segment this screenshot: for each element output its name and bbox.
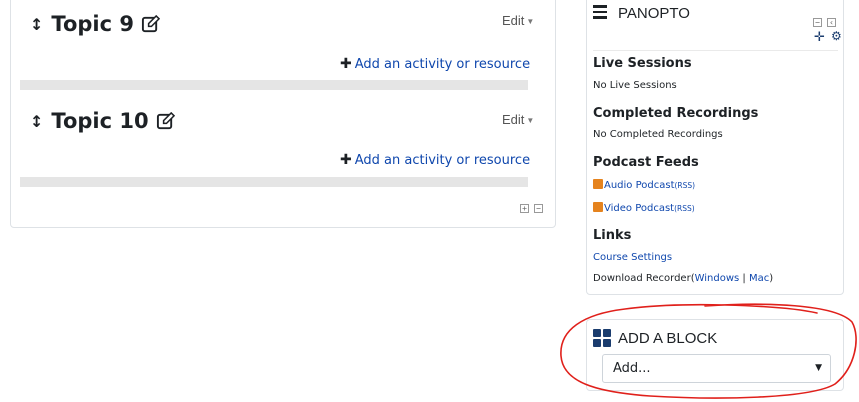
section-divider: [20, 177, 528, 187]
completed-recordings-text: No Completed Recordings: [593, 129, 723, 140]
topic-10-edit-menu[interactable]: Edit ▼: [502, 112, 534, 127]
hide-block-icon[interactable]: −: [813, 18, 822, 27]
edit-label: Edit: [502, 13, 525, 28]
topic-9-header: ↕ Topic 9: [30, 10, 160, 38]
block-dock-controls: − ‹: [813, 10, 837, 29]
pencil-edit-icon[interactable]: [141, 14, 160, 34]
rss-label: (RSS): [674, 204, 695, 213]
download-recorder-label: Download Recorder: [593, 273, 691, 284]
move-icon[interactable]: ↕: [30, 112, 43, 131]
section-controls: + −: [520, 196, 544, 215]
add-activity-button-topic-10[interactable]: ✚ Add an activity or resource: [340, 152, 530, 168]
dock-icon[interactable]: ‹: [827, 18, 837, 27]
add-activity-button-topic-9[interactable]: ✚ Add an activity or resource: [340, 56, 530, 72]
podcast-feeds-heading: Podcast Feeds: [593, 155, 699, 170]
completed-recordings-heading: Completed Recordings: [593, 106, 759, 121]
plus-icon: ✚: [340, 152, 352, 168]
video-podcast-link[interactable]: Video Podcast(RSS): [593, 202, 695, 214]
expand-icon[interactable]: +: [520, 204, 529, 213]
header-divider: [593, 50, 838, 51]
move-block-icon[interactable]: ✛: [814, 30, 825, 45]
panopto-block: [586, 0, 844, 295]
hamburger-icon: [593, 5, 607, 22]
pencil-edit-icon[interactable]: [156, 111, 175, 131]
audio-podcast-label: Audio Podcast: [604, 180, 675, 191]
download-recorder-line: Download Recorder(Windows | Mac): [593, 273, 773, 284]
video-podcast-label: Video Podcast: [604, 203, 675, 214]
mac-link[interactable]: Mac: [749, 273, 769, 284]
move-icon[interactable]: ↕: [30, 15, 43, 34]
live-sessions-heading: Live Sessions: [593, 56, 692, 71]
topic-9-title[interactable]: Topic 9: [51, 12, 134, 36]
windows-link[interactable]: Windows: [695, 273, 740, 284]
live-sessions-text: No Live Sessions: [593, 80, 677, 91]
audio-podcast-link[interactable]: Audio Podcast(RSS): [593, 179, 695, 191]
paren-close: ): [769, 273, 774, 284]
topic-10-title[interactable]: Topic 10: [51, 109, 148, 133]
edit-label: Edit: [502, 112, 525, 127]
rss-icon: [593, 202, 603, 212]
topic-9-edit-menu[interactable]: Edit ▼: [502, 13, 534, 28]
topic-10-header: ↕ Topic 10: [30, 107, 175, 135]
caret-down-icon: ▼: [526, 116, 535, 126]
collapse-icon[interactable]: −: [534, 204, 544, 213]
caret-down-icon: ▼: [526, 17, 535, 27]
panopto-block-title: PANOPTO: [618, 5, 690, 22]
links-heading: Links: [593, 228, 632, 243]
rss-icon: [593, 179, 603, 189]
gear-icon[interactable]: ⚙: [831, 29, 842, 43]
add-activity-label: Add an activity or resource: [354, 152, 531, 168]
section-divider: [20, 80, 528, 90]
plus-icon: ✚: [340, 56, 352, 72]
red-annotation-circle: [560, 303, 857, 399]
rss-label: (RSS): [674, 181, 696, 190]
add-activity-label: Add an activity or resource: [354, 56, 531, 72]
separator: |: [739, 273, 749, 284]
course-settings-link[interactable]: Course Settings: [593, 252, 672, 263]
